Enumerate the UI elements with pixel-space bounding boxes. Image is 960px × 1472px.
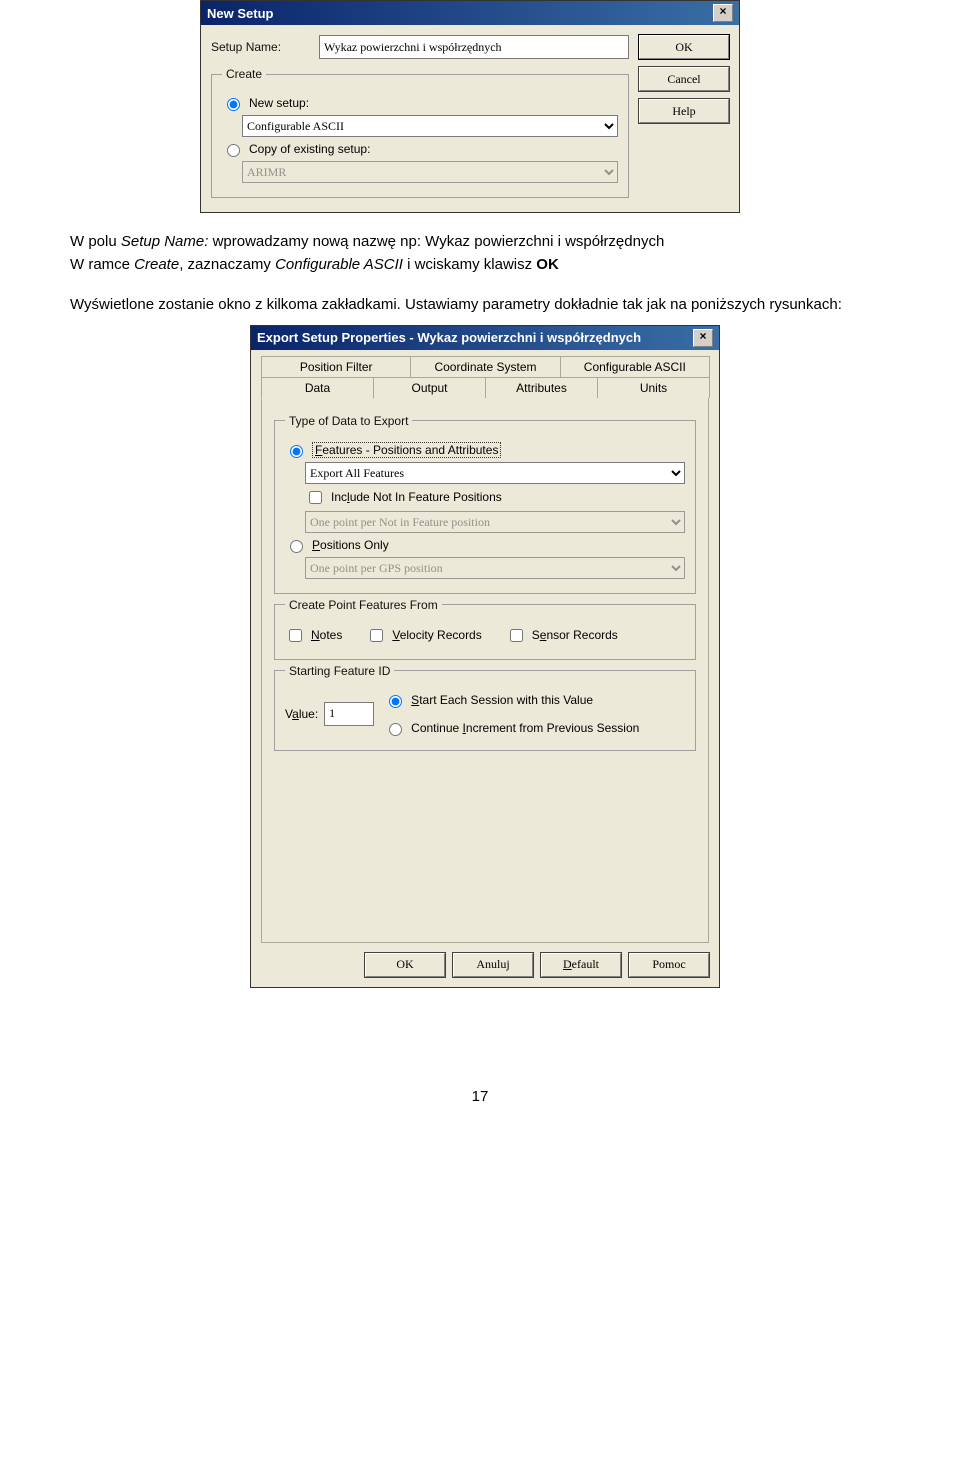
tab-output[interactable]: Output [373, 377, 486, 398]
notes-check[interactable] [289, 629, 302, 642]
copy-setup-radio[interactable] [227, 144, 240, 157]
tab-coordinate-system[interactable]: Coordinate System [410, 356, 560, 377]
page-number: 17 [0, 1088, 960, 1135]
start-each-radio[interactable] [389, 695, 402, 708]
tab-content: Type of Data to Export Features - Positi… [261, 398, 709, 943]
value-label: Value: [285, 707, 318, 721]
value-input[interactable] [324, 702, 374, 726]
help-button[interactable]: Help [639, 99, 729, 123]
new-setup-combo[interactable]: Configurable ASCII [242, 115, 618, 137]
titlebar: New Setup × [201, 1, 739, 25]
tab-units[interactable]: Units [597, 377, 710, 398]
type-of-data-fieldset: Type of Data to Export Features - Positi… [274, 414, 696, 594]
create-fieldset: Create New setup: Configurable ASCII [211, 67, 629, 198]
create-legend: Create [222, 67, 266, 81]
close-icon[interactable]: × [693, 329, 713, 347]
setup-name-input[interactable] [319, 35, 629, 59]
export-setup-dialog: Export Setup Properties - Wykaz powierzc… [250, 325, 720, 988]
start-each-label: Start Each Session with this Value [411, 693, 593, 707]
tab-data[interactable]: Data [261, 377, 374, 399]
tab-position-filter[interactable]: Position Filter [261, 356, 411, 377]
include-notin-label: Include Not In Feature Positions [331, 490, 502, 504]
sensor-label: Sensor Records [532, 628, 618, 642]
include-notin-check[interactable] [309, 491, 322, 504]
starting-feature-fieldset: Starting Feature ID Value: Start Each Se… [274, 664, 696, 751]
titlebar-2: Export Setup Properties - Wykaz powierzc… [251, 326, 719, 350]
notes-label: Notes [311, 628, 342, 642]
dialog2-title: Export Setup Properties - Wykaz powierzc… [257, 330, 641, 345]
paragraph-1: W polu Setup Name: wprowadzamy nową nazw… [70, 231, 890, 276]
close-icon[interactable]: × [713, 4, 733, 22]
cancel-button[interactable]: Cancel [639, 67, 729, 91]
pomoc-button[interactable]: Pomoc [629, 953, 709, 977]
tab-configurable-ascii[interactable]: Configurable ASCII [560, 356, 710, 377]
velocity-label: Velocity Records [392, 628, 481, 642]
continue-inc-radio[interactable] [389, 723, 402, 736]
positions-only-radio[interactable] [290, 540, 303, 553]
sensor-check[interactable] [510, 629, 523, 642]
ok-button[interactable]: OK [639, 35, 729, 59]
setup-name-label: Setup Name: [211, 40, 311, 54]
velocity-check[interactable] [370, 629, 383, 642]
create-point-legend: Create Point Features From [285, 598, 442, 612]
positions-only-label: Positions Only [312, 538, 389, 552]
type-of-data-legend: Type of Data to Export [285, 414, 412, 428]
export-all-combo[interactable]: Export All Features [305, 462, 685, 484]
features-radio[interactable] [290, 445, 303, 458]
new-setup-dialog: New Setup × Setup Name: Create New setup… [200, 0, 740, 213]
copy-setup-combo: ARIMR [242, 161, 618, 183]
default-button[interactable]: Default [541, 953, 621, 977]
paragraph-2: Wyświetlone zostanie okno z kilkoma zakł… [70, 294, 890, 317]
starting-feature-legend: Starting Feature ID [285, 664, 394, 678]
ok-button[interactable]: OK [365, 953, 445, 977]
features-label: Features - Positions and Attributes [312, 442, 501, 458]
dialog-title: New Setup [207, 6, 273, 21]
create-point-fieldset: Create Point Features From Notes Velocit… [274, 598, 696, 660]
new-setup-radio[interactable] [227, 98, 240, 111]
tab-attributes[interactable]: Attributes [485, 377, 598, 398]
one-point-notin-combo: One point per Not in Feature position [305, 511, 685, 533]
copy-setup-label: Copy of existing setup: [249, 142, 370, 156]
one-point-gps-combo: One point per GPS position [305, 557, 685, 579]
anuluj-button[interactable]: Anuluj [453, 953, 533, 977]
new-setup-label: New setup: [249, 96, 309, 110]
continue-inc-label: Continue Increment from Previous Session [411, 721, 639, 735]
